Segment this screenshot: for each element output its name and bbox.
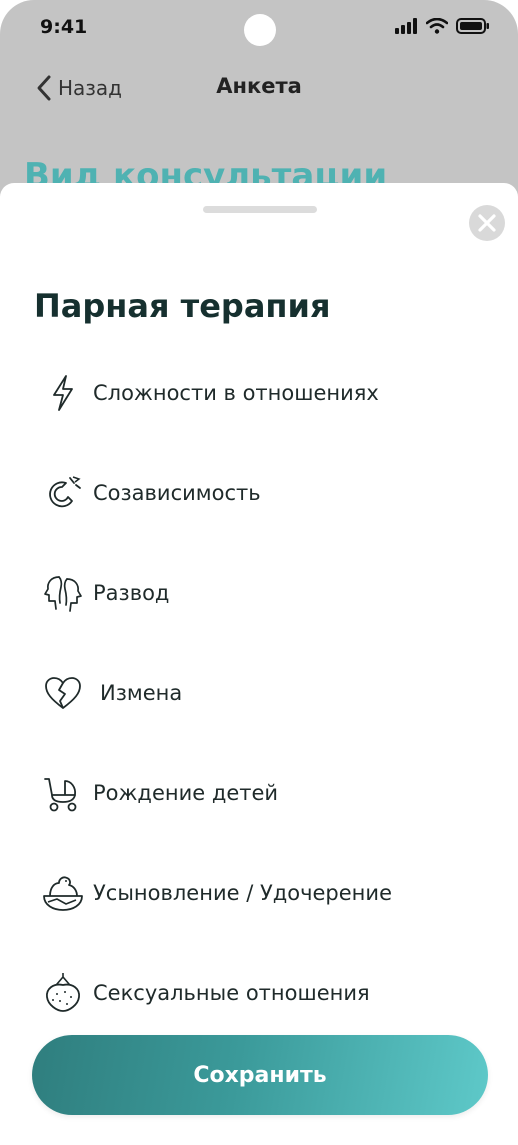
wifi-icon	[426, 18, 448, 34]
close-icon	[478, 214, 496, 232]
option-label: Усыновление / Удочерение	[93, 881, 392, 905]
option-divorce[interactable]: Развод	[0, 543, 518, 643]
option-label: Созависимость	[93, 481, 261, 505]
navigation-bar: Назад Анкета	[0, 62, 518, 114]
status-time: 9:41	[40, 16, 88, 38]
screen: 9:41 Назад Анкета Вид консультации Парна…	[0, 0, 518, 1145]
cellular-signal-icon	[395, 18, 417, 34]
status-icons	[394, 18, 490, 34]
sheet-title: Парная терапия	[34, 287, 331, 325]
option-codependency[interactable]: Созависимость	[0, 443, 518, 543]
stroller-icon	[42, 772, 84, 814]
lightning-icon	[42, 372, 84, 414]
close-button[interactable]	[469, 205, 505, 241]
option-sexual-relations[interactable]: Сексуальные отношения	[0, 943, 518, 1043]
option-label: Сексуальные отношения	[93, 981, 370, 1005]
status-bar: 9:41	[0, 0, 518, 56]
option-infidelity[interactable]: Измена	[0, 643, 518, 743]
nest-icon	[42, 872, 84, 914]
option-label: Измена	[100, 681, 183, 705]
sheet-grabber[interactable]	[203, 206, 317, 213]
camera-cutout	[244, 14, 276, 46]
battery-icon	[456, 18, 489, 34]
save-button[interactable]: Сохранить	[32, 1035, 488, 1115]
nav-title: Анкета	[216, 74, 302, 98]
option-label: Развод	[93, 581, 170, 605]
option-childbirth[interactable]: Рождение детей	[0, 743, 518, 843]
option-relationship-difficulties[interactable]: Сложности в отношениях	[0, 343, 518, 443]
faces-apart-icon	[42, 572, 84, 614]
option-label: Рождение детей	[93, 781, 279, 805]
strawberry-icon	[42, 972, 84, 1014]
broken-heart-icon	[42, 672, 84, 714]
bottom-sheet: Парная терапия Сложности в отношениях Со…	[0, 183, 518, 1145]
option-label: Сложности в отношениях	[93, 381, 379, 405]
magnet-icon	[42, 472, 84, 514]
option-adoption[interactable]: Усыновление / Удочерение	[0, 843, 518, 943]
